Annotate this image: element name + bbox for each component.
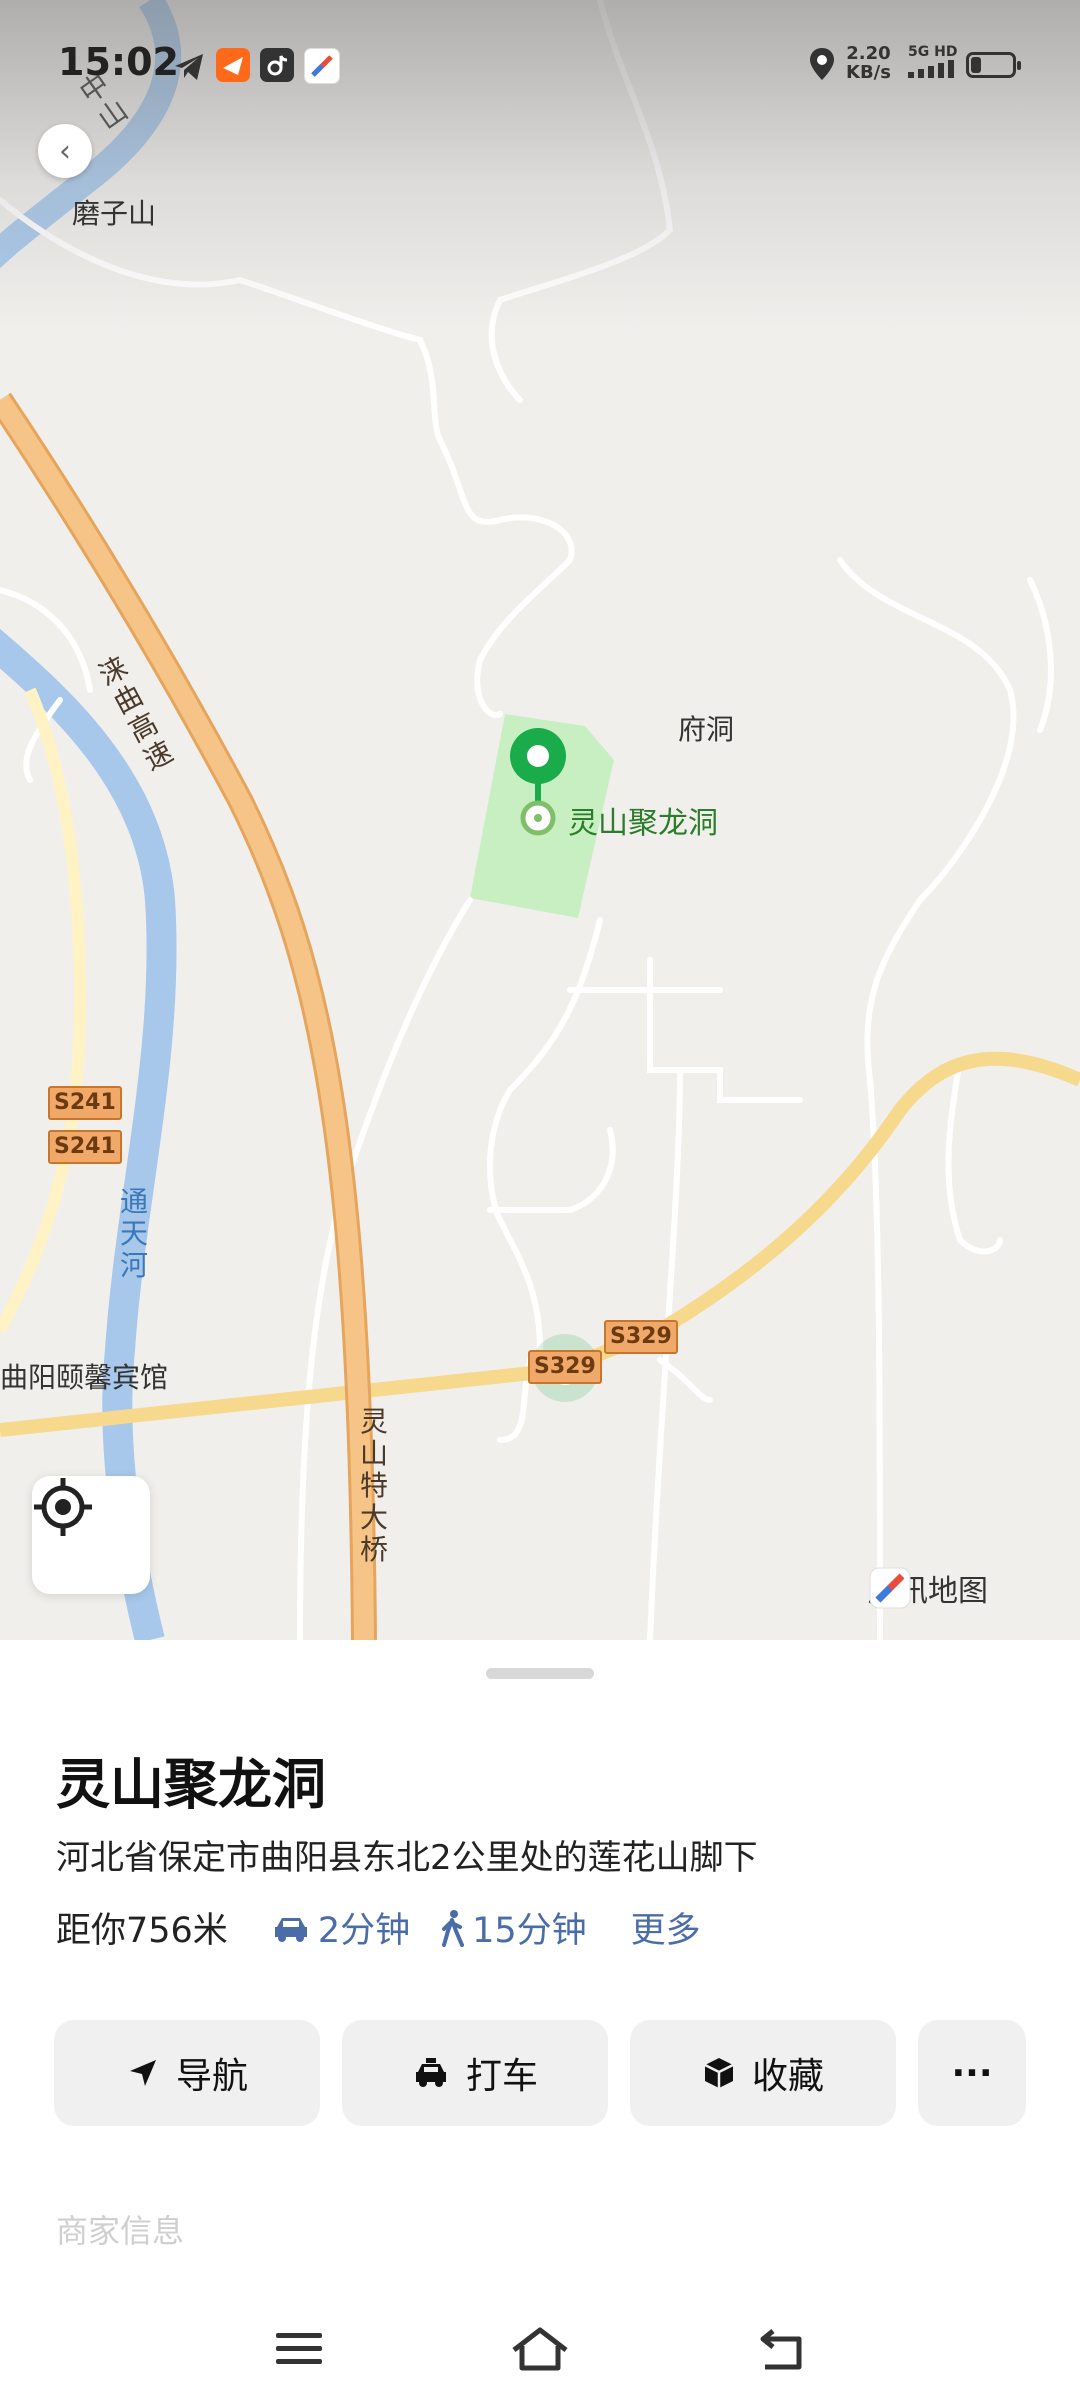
battery-level <box>971 57 981 73</box>
section-hint: 商家信息 <box>56 2212 185 2250</box>
more-dots-icon: ··· <box>951 2052 993 2094</box>
cube-icon <box>704 2058 734 2088</box>
shield-s241: S241 <box>48 1130 122 1164</box>
network-indicator: 5G HD <box>908 44 958 82</box>
menu-icon <box>276 2333 322 2364</box>
car-icon <box>274 1917 307 1942</box>
tencent-map-watermark: 腾讯地图 <box>868 1566 988 1610</box>
distance-text: 距你756米 <box>56 1911 228 1951</box>
map-label-river: 通天河 <box>119 1185 148 1282</box>
back-button[interactable]: ‹ <box>38 124 92 178</box>
tencent-map-app-icon <box>304 48 340 84</box>
place-meta-row: 距你756米 2分钟 15分钟 更多 <box>56 1902 701 1953</box>
shield-s241: S241 <box>48 1086 122 1120</box>
network-speed: 2.20 KB/s <box>846 44 891 82</box>
map-label-mozishan: 磨子山 <box>72 197 157 230</box>
home-button[interactable] <box>505 2314 575 2384</box>
taxi-icon <box>415 2058 446 2087</box>
favorite-button[interactable]: 收藏 <box>630 2020 896 2126</box>
status-bar: 15:02 2.20 KB/s 5G HD <box>0 0 1080 130</box>
navigate-button[interactable]: 导航 <box>54 2020 320 2126</box>
navigate-label: 导航 <box>175 2056 248 2097</box>
speed-value: 2.20 <box>846 43 891 64</box>
drive-time: 2分钟 <box>317 1911 411 1951</box>
shield-s329: S329 <box>528 1350 602 1384</box>
taxi-label: 打车 <box>465 2056 538 2097</box>
walk-icon <box>442 1909 465 1947</box>
map-label-fudong: 府洞 <box>678 713 735 746</box>
tiktok-icon <box>260 48 294 82</box>
battery-icon <box>966 52 1021 78</box>
back-arrow-icon <box>760 2329 802 2370</box>
place-title: 灵山聚龙洞 <box>56 1753 326 1816</box>
status-time: 15:02 <box>58 40 179 84</box>
locate-button[interactable] <box>32 1476 150 1594</box>
system-nav-bar <box>0 2290 1080 2408</box>
map-view[interactable]: 磨子山 府洞 灵山聚龙洞 曲阳颐馨宾馆 涞曲高速 通天河 灵山特大桥 中山 S2… <box>0 0 1080 1640</box>
menu-button[interactable] <box>264 2314 334 2384</box>
navigation-arrow-icon <box>129 2060 156 2086</box>
chevron-left-icon: ‹ <box>59 133 71 169</box>
walk-time-link[interactable]: 15分钟 <box>440 1902 587 1953</box>
shield-s329: S329 <box>604 1320 678 1354</box>
location-pin-icon <box>810 48 834 80</box>
favorite-label: 收藏 <box>751 2056 824 2097</box>
telegram-icon <box>175 54 203 80</box>
walk-time: 15分钟 <box>472 1911 587 1951</box>
tencent-map-logo-icon <box>869 1567 911 1609</box>
more-link[interactable]: 更多 <box>631 1902 701 1953</box>
signal-bars-icon <box>908 60 954 78</box>
map-label-bridge: 灵山特大桥 <box>359 1405 388 1566</box>
place-address: 河北省保定市曲阳县东北2公里处的莲花山脚下 <box>56 1838 758 1878</box>
map-label-hotel[interactable]: 曲阳颐馨宾馆 <box>0 1356 168 1396</box>
drive-time-link[interactable]: 2分钟 <box>272 1902 410 1953</box>
back-nav-button[interactable] <box>746 2314 816 2384</box>
taxi-button[interactable]: 打车 <box>342 2020 608 2126</box>
app-notification-icon <box>216 48 250 82</box>
speed-unit: KB/s <box>846 62 891 83</box>
network-type: 5G HD <box>908 44 958 60</box>
more-actions-button[interactable]: ··· <box>918 2020 1026 2126</box>
sheet-drag-handle[interactable] <box>486 1668 594 1679</box>
map-label-poi[interactable]: 灵山聚龙洞 <box>568 798 718 842</box>
home-icon <box>512 2327 568 2371</box>
crosshair-icon <box>34 1478 92 1536</box>
